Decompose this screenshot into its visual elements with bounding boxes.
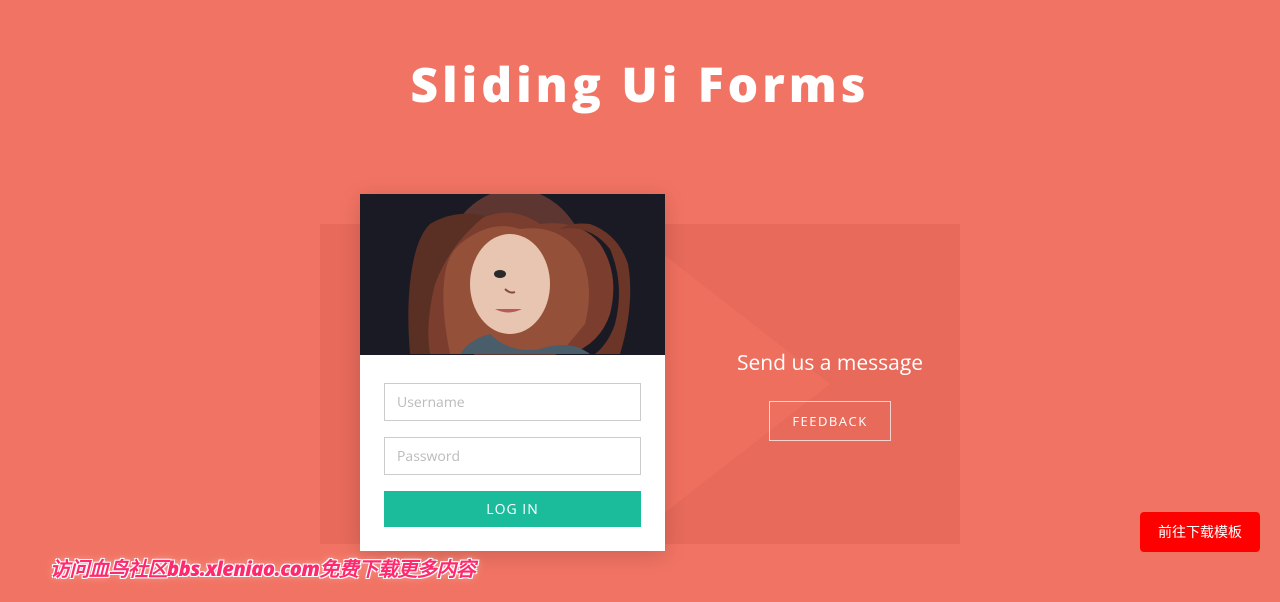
login-button[interactable]: LOG IN	[384, 491, 641, 527]
main-panel: LOG IN Send us a message FEEDBACK	[320, 224, 960, 544]
feedback-button[interactable]: FEEDBACK	[769, 401, 890, 441]
message-title: Send us a message	[700, 349, 960, 377]
login-form: LOG IN	[360, 355, 665, 551]
card-hero-image	[360, 194, 665, 355]
username-input[interactable]	[384, 383, 641, 421]
watermark-text: 访问血鸟社区bbs.xleniao.com免费下载更多内容	[50, 553, 475, 582]
login-card: LOG IN	[360, 194, 665, 551]
download-template-button[interactable]: 前往下载模板	[1140, 512, 1260, 552]
page-title: Sliding Ui Forms	[0, 0, 1280, 117]
message-section: Send us a message FEEDBACK	[700, 349, 960, 441]
password-input[interactable]	[384, 437, 641, 475]
